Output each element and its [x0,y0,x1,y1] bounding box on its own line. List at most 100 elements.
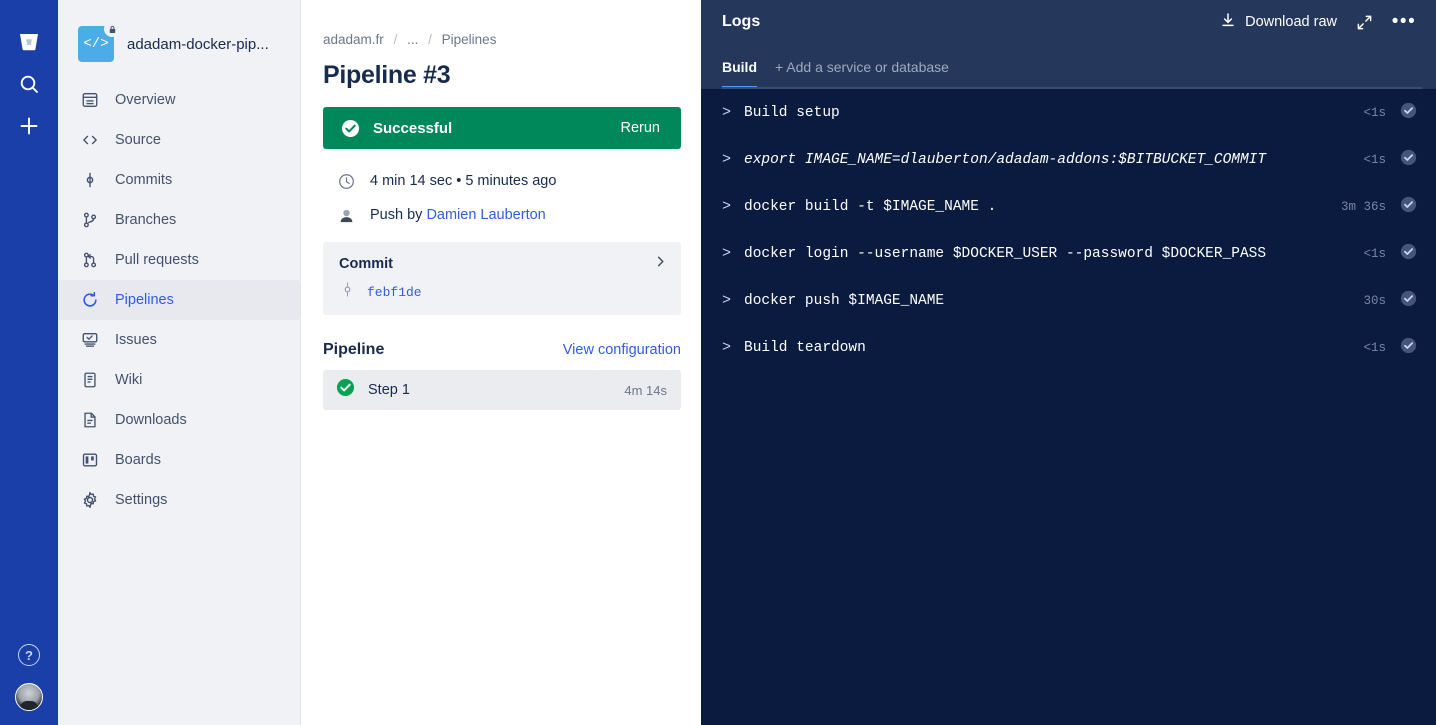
chevron-right-icon: > [722,198,732,215]
pull-request-icon [80,250,100,270]
commit-card-header: Commit [339,255,667,273]
log-line[interactable]: > Build teardown <1s [701,324,1436,371]
lock-icon [104,21,120,37]
log-duration: 30s [1363,293,1386,308]
commits-icon [80,170,100,190]
sidebar-item-commits[interactable]: Commits [58,160,300,200]
sidebar-item-branches[interactable]: Branches [58,200,300,240]
global-nav-rail: ? [0,0,58,725]
log-duration: <1s [1363,105,1386,120]
downloads-icon [80,410,100,430]
breadcrumb-root[interactable]: adadam.fr [323,32,384,47]
log-duration: <1s [1363,340,1386,355]
search-icon[interactable] [9,64,49,104]
check-circle-icon [341,119,360,137]
help-icon[interactable]: ? [18,644,40,666]
sidebar-item-pipelines[interactable]: Pipelines [58,280,300,320]
page-title: Pipeline #3 [323,61,451,89]
sidebar-item-label: Downloads [115,412,187,428]
logs-toolbar: Logs Download raw ••• [701,0,1436,44]
commit-label: Commit [339,256,393,272]
sidebar-item-wiki[interactable]: Wiki [58,360,300,400]
breadcrumb-current[interactable]: Pipelines [442,32,497,47]
chevron-right-icon: > [722,151,732,168]
chevron-right-icon: > [722,104,732,121]
log-line[interactable]: > export IMAGE_NAME=dlauberton/adadam-add… [701,136,1436,183]
pipeline-step-row[interactable]: Step 1 4m 14s [323,370,681,410]
commit-card[interactable]: Commit febf1de [323,242,681,315]
logs-title: Logs [722,13,761,30]
download-icon [1220,12,1236,32]
branches-icon [80,210,100,230]
check-circle-icon [1400,102,1417,124]
sidebar-item-issues[interactable]: Issues [58,320,300,360]
gear-icon [80,490,100,510]
sidebar-item-overview[interactable]: Overview [58,80,300,120]
pipeline-step-duration: 4m 14s [624,382,667,398]
sidebar-item-source[interactable]: Source [58,120,300,160]
download-raw-button[interactable]: Download raw [1220,12,1337,32]
log-line[interactable]: > docker push $IMAGE_NAME 30s [701,277,1436,324]
commit-node-icon [341,282,354,302]
rerun-button[interactable]: Rerun [621,120,661,136]
check-circle-icon [336,378,355,402]
sidebar-item-pull-requests[interactable]: Pull requests [58,240,300,280]
sidebar-item-label: Overview [115,92,176,108]
trigger-author-link[interactable]: Damien Lauberton [426,207,545,223]
breadcrumb-ellipsis[interactable]: ... [407,32,418,47]
sidebar-item-downloads[interactable]: Downloads [58,400,300,440]
sidebar-nav-list: Overview Source Commits Branches Pull reques… [58,80,300,520]
trigger-prefix: Push by [370,207,423,223]
status-badge: Successful [373,119,453,137]
check-circle-icon [1400,196,1417,218]
plus-icon[interactable] [9,106,49,146]
trigger-row: Push by Damien Lauberton [323,198,681,232]
download-raw-label: Download raw [1245,14,1337,30]
repo-avatar-icon: </> [78,21,120,62]
tab-build-label: Build [722,58,757,75]
chevron-right-icon: > [722,245,732,262]
log-line[interactable]: > docker login --username $DOCKER_USER --… [701,230,1436,277]
log-duration: <1s [1363,152,1386,167]
pipeline-step-list: Step 1 4m 14s [323,370,681,410]
breadcrumb-separator-2: / [428,32,432,47]
view-configuration-link[interactable]: View configuration [563,342,681,358]
log-command: Build setup [744,104,840,121]
check-circle-icon [1400,149,1417,171]
sidebar-item-label: Commits [115,172,173,188]
log-duration: 3m 36s [1340,199,1386,214]
commit-hash-row: febf1de [339,282,667,302]
check-circle-icon [1400,243,1417,265]
check-circle-icon [1400,337,1417,359]
log-line-list: > Build setup <1s > export IMAGE_NAME=dlaube… [701,89,1436,725]
duration-row: 4 min 14 sec • 5 minutes ago [323,164,681,198]
push-avatar-icon [337,207,356,224]
chevron-right-icon: > [722,292,732,309]
source-code-icon [80,130,100,150]
sidebar-item-settings[interactable]: Settings [58,480,300,520]
bitbucket-logo-icon[interactable] [9,22,49,62]
logs-tabs: Build + Add a service or database [701,44,1436,89]
more-horizontal-icon[interactable]: ••• [1391,9,1417,35]
sidebar-item-boards[interactable]: Boards [58,440,300,480]
log-command: docker login --username $DOCKER_USER --p… [744,245,1267,262]
log-duration: <1s [1363,246,1386,261]
expand-icon[interactable] [1351,9,1377,35]
breadcrumb-separator-1: / [393,32,398,47]
tab-build[interactable]: Build [722,44,757,89]
log-command: docker build -t $IMAGE_NAME . [744,198,997,215]
add-service-tab[interactable]: + Add a service or database [775,59,949,75]
log-line[interactable]: > docker build -t $IMAGE_NAME . 3m 36s [701,183,1436,230]
app-root: ? </> adadam-docker-pip... Overview Sourc… [0,0,1436,725]
avatar[interactable] [15,683,43,711]
clock-icon [337,173,356,190]
rail-bottom-group: ? [15,644,43,725]
wiki-icon [80,370,100,390]
repo-header[interactable]: </> adadam-docker-pip... [58,20,300,68]
chevron-right-icon[interactable] [654,255,667,273]
repo-name: adadam-docker-pip... [127,35,269,53]
repo-icon-glyph: </> [83,36,109,52]
sidebar-item-label: Wiki [115,372,143,388]
log-line[interactable]: > Build setup <1s [701,89,1436,136]
commit-hash[interactable]: febf1de [367,285,422,300]
